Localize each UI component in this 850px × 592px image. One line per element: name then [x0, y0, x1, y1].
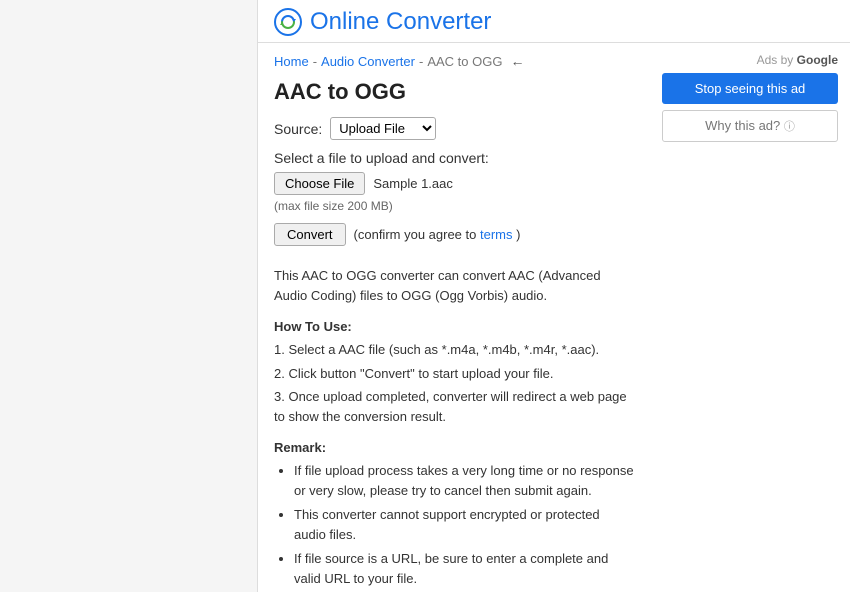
- file-row: Choose File Sample 1.aac: [274, 172, 634, 195]
- how-to-title: How To Use:: [274, 319, 634, 334]
- terms-link[interactable]: terms: [480, 227, 513, 242]
- remark-list: If file upload process takes a very long…: [274, 461, 634, 588]
- remark-title: Remark:: [274, 440, 634, 455]
- breadcrumb: Home - Audio Converter - AAC to OGG ←: [274, 53, 634, 69]
- breadcrumb-sep1: -: [313, 54, 317, 69]
- max-size-note: (max file size 200 MB): [274, 199, 634, 213]
- confirm-text: (confirm you agree to terms ): [354, 227, 521, 242]
- logo-icon: [274, 8, 302, 36]
- breadcrumb-audio-converter[interactable]: Audio Converter: [321, 54, 415, 69]
- back-arrow-icon[interactable]: ←: [510, 53, 524, 69]
- remark-item-2: This converter cannot support encrypted …: [294, 505, 634, 544]
- source-select[interactable]: Upload File URL Google Drive Dropbox: [330, 117, 436, 140]
- source-label: Source:: [274, 121, 322, 137]
- how-to-step-2: 2. Click button "Convert" to start uploa…: [274, 364, 634, 384]
- info-icon: ⓘ: [784, 121, 795, 133]
- description-text: This AAC to OGG converter can convert AA…: [274, 266, 634, 305]
- ads-by-google: Ads by Google: [662, 53, 838, 67]
- remark-item-3: If file source is a URL, be sure to ente…: [294, 549, 634, 588]
- breadcrumb-current: AAC to OGG: [427, 54, 502, 69]
- file-name-display: Sample 1.aac: [373, 176, 453, 191]
- how-to-step-1: 1. Select a AAC file (such as *.m4a, *.m…: [274, 340, 634, 360]
- convert-row: Convert (confirm you agree to terms ): [274, 223, 634, 246]
- upload-label: Select a file to upload and convert:: [274, 150, 634, 166]
- convert-button[interactable]: Convert: [274, 223, 346, 246]
- why-this-ad-label: Why this ad?: [705, 118, 780, 133]
- page-title: AAC to OGG: [274, 79, 634, 105]
- google-label: Google: [797, 53, 838, 67]
- how-to-list: 1. Select a AAC file (such as *.m4a, *.m…: [274, 340, 634, 426]
- stop-seeing-button[interactable]: Stop seeing this ad: [662, 73, 838, 104]
- breadcrumb-sep2: -: [419, 54, 423, 69]
- content-area: Home - Audio Converter - AAC to OGG ← AA…: [258, 43, 850, 592]
- sidebar: [0, 0, 258, 592]
- site-title: Online Converter: [310, 8, 491, 36]
- breadcrumb-home[interactable]: Home: [274, 54, 309, 69]
- header: Online Converter: [258, 0, 850, 43]
- ad-pane: Ads by Google Stop seeing this ad Why th…: [650, 43, 850, 592]
- choose-file-button[interactable]: Choose File: [274, 172, 365, 195]
- content-left: Home - Audio Converter - AAC to OGG ← AA…: [258, 43, 650, 592]
- main-content: Online Converter Home - Audio Converter …: [258, 0, 850, 592]
- how-to-step-3: 3. Once upload completed, converter will…: [274, 387, 634, 426]
- why-this-ad-button[interactable]: Why this ad? ⓘ: [662, 110, 838, 142]
- remark-item-1: If file upload process takes a very long…: [294, 461, 634, 500]
- source-row: Source: Upload File URL Google Drive Dro…: [274, 117, 634, 140]
